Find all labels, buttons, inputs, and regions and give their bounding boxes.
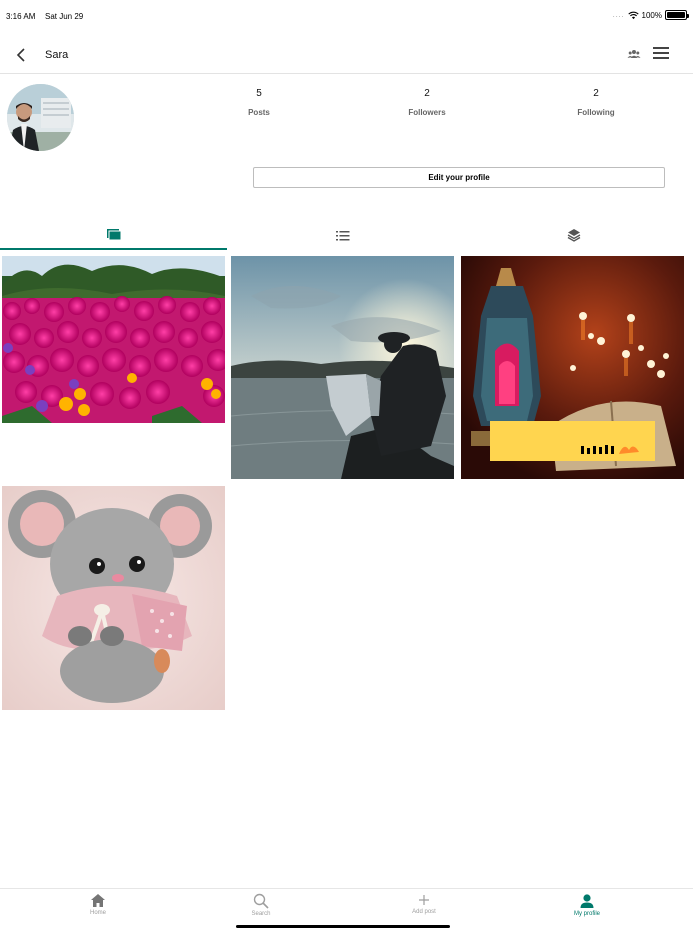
battery-icon [665, 10, 689, 20]
post-thumbnail-lake-map[interactable] [231, 256, 454, 479]
status-indicators: .... 100% [612, 10, 689, 20]
chevron-left-icon [16, 48, 25, 62]
edit-profile-button[interactable]: Edit your profile [253, 167, 665, 188]
menu-icon-line [653, 57, 669, 59]
stat-following[interactable]: 2 Following [536, 88, 656, 117]
list-icon [335, 230, 349, 240]
tab-grid[interactable] [0, 220, 227, 250]
nav-add-post-label: Add post [412, 909, 436, 915]
signal-dots-icon: .... [612, 11, 625, 19]
bottom-navigation: Home Search Add post My profile [0, 888, 693, 929]
wifi-icon [627, 11, 639, 19]
following-label: Following [577, 108, 615, 117]
menu-icon-line [653, 52, 669, 54]
nav-home[interactable]: Home [48, 893, 148, 916]
post-thumbnail-flowers[interactable] [2, 256, 225, 423]
post-image [461, 256, 684, 479]
battery-percent: 100% [641, 10, 662, 20]
post-image [2, 486, 225, 710]
avatar[interactable] [7, 84, 74, 151]
people-icon [627, 50, 641, 58]
menu-icon-line [653, 47, 669, 49]
grid-icon [106, 228, 121, 240]
person-icon [580, 894, 594, 908]
status-date: Sat Jun 29 [45, 12, 84, 21]
page-title: Sara [45, 49, 69, 61]
app-header: Sara [0, 36, 693, 74]
home-indicator[interactable] [236, 925, 450, 928]
profile-screen: 3:16 AM Sat Jun 29 .... 100% Sara 5 Post… [0, 0, 693, 929]
post-thumbnail-lantern[interactable] [461, 256, 684, 479]
menu-button[interactable] [653, 47, 673, 63]
layers-icon [567, 229, 580, 242]
nav-search[interactable]: Search [211, 893, 311, 917]
followers-count: 2 [424, 88, 430, 99]
nav-my-profile[interactable]: My profile [537, 893, 637, 917]
post-image [2, 256, 225, 423]
nav-my-profile-label: My profile [573, 911, 600, 917]
stat-posts[interactable]: 5 Posts [199, 88, 319, 117]
nav-search-label: Search [251, 911, 271, 917]
following-count: 2 [593, 88, 599, 99]
followers-label: Followers [408, 108, 446, 117]
nav-home-label: Home [89, 910, 106, 916]
nav-add-post[interactable]: Add post [374, 893, 474, 915]
profile-tabs [0, 220, 693, 250]
tab-layers[interactable] [460, 220, 687, 250]
search-icon [253, 893, 269, 909]
status-bar: 3:16 AM Sat Jun 29 .... 100% [0, 0, 693, 32]
back-button[interactable] [10, 44, 32, 66]
avatar-photo [7, 84, 74, 151]
plus-icon [419, 895, 429, 905]
people-button[interactable] [627, 47, 643, 63]
stat-followers[interactable]: 2 Followers [367, 88, 487, 117]
tab-list[interactable] [229, 220, 456, 250]
posts-count: 5 [256, 88, 262, 99]
post-image [231, 256, 454, 479]
home-icon [91, 894, 105, 907]
status-time: 3:16 AM [6, 12, 36, 21]
post-thumbnail-plush-mouse[interactable] [2, 486, 225, 710]
posts-label: Posts [248, 108, 270, 117]
